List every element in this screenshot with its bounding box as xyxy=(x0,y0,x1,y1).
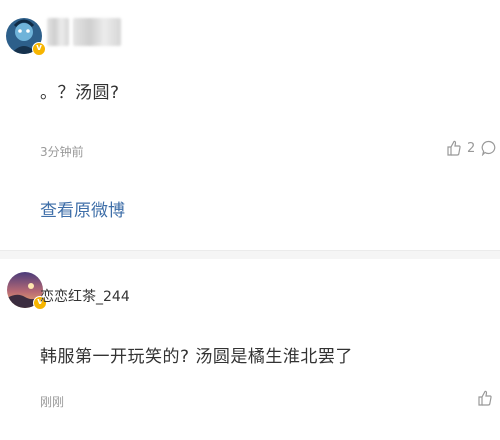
comment-text: 韩服第一开玩笑的? 汤圆是橘生淮北罢了 xyxy=(40,347,353,367)
avatar[interactable]: v xyxy=(6,18,46,56)
verified-badge-icon: v xyxy=(32,42,46,56)
comment-actions xyxy=(478,390,492,406)
username-blurred[interactable] xyxy=(47,18,121,46)
comment-text: 。？汤圆? xyxy=(40,83,120,103)
comment-bubble-icon xyxy=(481,140,497,156)
comment-time: 3分钟前 xyxy=(40,145,84,159)
comment-card: v 。？汤圆? 3分钟前 2 查看原微博 xyxy=(0,0,500,250)
section-divider xyxy=(0,250,500,259)
like-button[interactable] xyxy=(478,390,492,406)
comment-username[interactable]: 恋恋红茶_244 xyxy=(40,286,130,306)
thumbs-up-icon xyxy=(478,390,492,406)
reply-button[interactable] xyxy=(481,140,497,156)
like-button[interactable] xyxy=(447,140,461,156)
view-original-weibo-link[interactable]: 查看原微博 xyxy=(40,196,125,221)
thumbs-up-icon xyxy=(447,140,461,156)
blurred-name-segment xyxy=(73,18,121,46)
comment-time: 刚刚 xyxy=(40,395,65,409)
weibo-comment-list: v 。？汤圆? 3分钟前 2 查看原微博 v 恋恋红茶_244 韩服第一开玩笑的… xyxy=(0,0,500,440)
avatar[interactable]: v xyxy=(7,272,47,310)
like-count: 2 xyxy=(467,140,476,156)
blurred-name-segment xyxy=(47,18,69,46)
comment-actions: 2 xyxy=(447,140,497,156)
